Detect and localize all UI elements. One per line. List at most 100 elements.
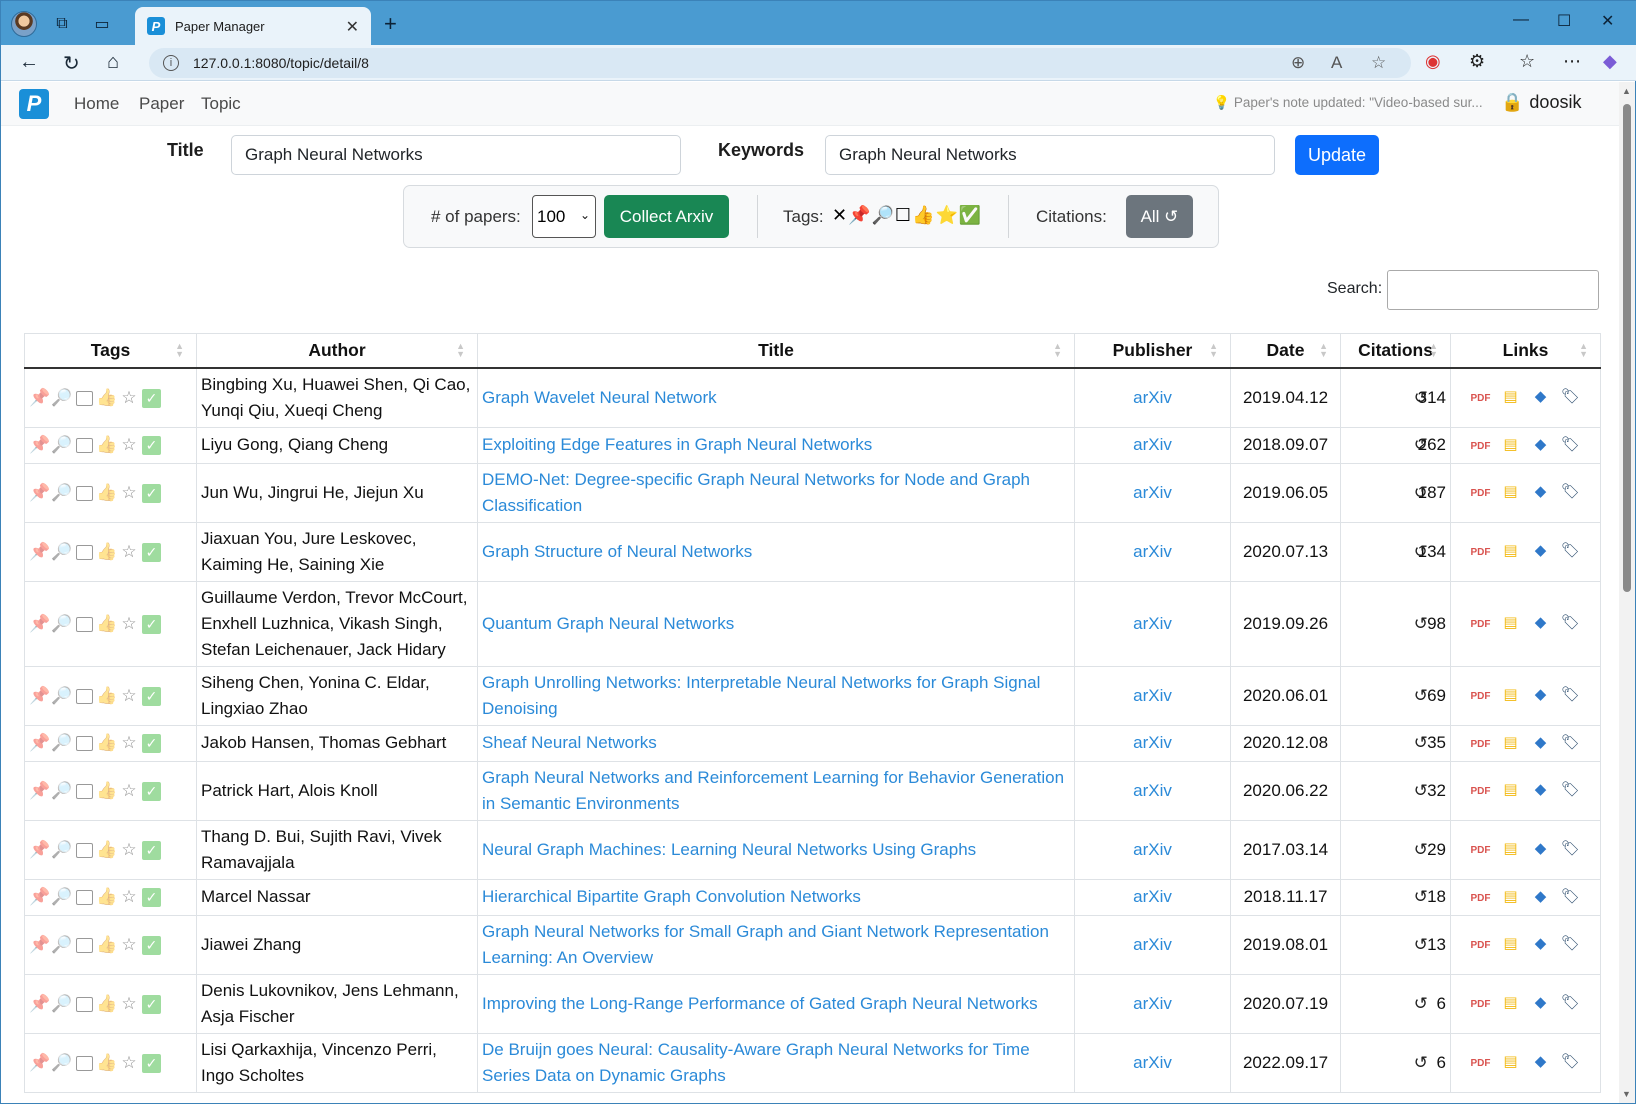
home-icon[interactable]: ⌂ <box>107 51 119 74</box>
note-icon[interactable]: ▤ <box>1496 610 1526 636</box>
refresh-icon[interactable]: ↺ <box>1414 432 1428 458</box>
thumbs-up-icon[interactable]: 👍 <box>96 539 118 565</box>
update-button[interactable]: Update <box>1295 135 1379 175</box>
refresh-icon[interactable]: ↺ <box>1414 730 1428 756</box>
star-icon[interactable]: ☆ <box>118 1050 140 1076</box>
paper-title-link[interactable]: Improving the Long-Range Performance of … <box>482 994 1038 1013</box>
pin-icon[interactable]: 📌 <box>29 991 51 1017</box>
header-tags[interactable]: Tags ▲ ▼ <box>24 333 197 369</box>
star-icon[interactable]: ☆ <box>118 539 140 565</box>
check-icon[interactable]: ✓ <box>142 888 161 908</box>
scholar-icon[interactable]: ◆ <box>1526 479 1556 505</box>
tab-actions-icon[interactable]: ▭ <box>91 13 113 35</box>
star-icon[interactable]: ☆ <box>118 611 140 637</box>
pin-icon[interactable]: 📌 <box>29 884 51 910</box>
magnifier-icon[interactable]: 🔎 <box>51 837 73 863</box>
scholar-icon[interactable]: ◆ <box>1526 931 1556 957</box>
read-aloud-icon[interactable]: A <box>1331 53 1342 73</box>
note-icon[interactable]: ▤ <box>1496 990 1526 1016</box>
note-icon[interactable]: ▤ <box>1496 836 1526 862</box>
thumbs-up-icon[interactable]: 👍 <box>96 991 118 1017</box>
header-citations[interactable]: Citations ▲ ▼ <box>1340 333 1451 369</box>
magnifier-icon[interactable]: 🔎 <box>51 432 73 458</box>
publisher-link[interactable]: arXiv <box>1133 686 1172 705</box>
pdf-icon[interactable]: PDF <box>1466 386 1496 412</box>
favorites-icon[interactable]: ☆ <box>1519 51 1535 72</box>
checkbox-icon[interactable] <box>76 688 93 704</box>
publisher-link[interactable]: arXiv <box>1133 1053 1172 1072</box>
thumbs-up-icon[interactable]: 👍 <box>96 932 118 958</box>
profile-avatar[interactable] <box>11 11 37 37</box>
pdf-icon[interactable]: PDF <box>1466 1051 1496 1077</box>
check-icon[interactable]: ✓ <box>142 734 161 754</box>
refresh-icon[interactable]: ↺ <box>1414 778 1428 804</box>
page-scrollbar[interactable]: ▲ ▼ <box>1619 82 1635 1103</box>
paper-title-link[interactable]: Graph Wavelet Neural Network <box>482 388 717 407</box>
publisher-link[interactable]: arXiv <box>1133 483 1172 502</box>
star-icon[interactable]: ☆ <box>118 837 140 863</box>
star-icon[interactable]: ☆ <box>118 683 140 709</box>
paper-title-link[interactable]: Graph Structure of Neural Networks <box>482 542 752 561</box>
checkbox-icon[interactable] <box>76 996 93 1012</box>
reload-icon[interactable]: ↻ <box>63 51 80 76</box>
copilot-icon[interactable]: ◆ <box>1603 51 1617 72</box>
magnifier-icon[interactable]: 🔎 <box>51 884 73 910</box>
publisher-link[interactable]: arXiv <box>1133 435 1172 454</box>
note-icon[interactable]: ▤ <box>1496 777 1526 803</box>
paper-title-link[interactable]: Graph Neural Networks for Small Graph an… <box>482 922 1049 967</box>
search-input[interactable] <box>1387 270 1599 310</box>
thumbs-up-icon[interactable]: 👍 <box>96 1050 118 1076</box>
magnifier-icon[interactable]: 🔎 <box>51 539 73 565</box>
zoom-icon[interactable]: ⊕ <box>1291 53 1305 73</box>
magnifier-icon[interactable]: 🔎 <box>51 480 73 506</box>
note-icon[interactable]: ▤ <box>1496 384 1526 410</box>
check-icon[interactable]: ✓ <box>142 614 161 634</box>
pdf-icon[interactable]: PDF <box>1466 684 1496 710</box>
thumbs-up-icon[interactable]: 👍 <box>96 480 118 506</box>
pdf-icon[interactable]: PDF <box>1466 838 1496 864</box>
publisher-link[interactable]: arXiv <box>1133 388 1172 407</box>
magnifier-icon[interactable]: 🔎 <box>51 1050 73 1076</box>
star-icon[interactable]: ☆ <box>118 932 140 958</box>
bibtex-tag-icon[interactable]: 🏷 <box>1556 1049 1586 1075</box>
pdf-icon[interactable]: PDF <box>1466 481 1496 507</box>
close-tab-icon[interactable]: ✕ <box>346 17 359 37</box>
thumbs-up-icon[interactable]: 👍 <box>96 837 118 863</box>
paper-title-link[interactable]: Graph Neural Networks and Reinforcement … <box>482 768 1064 813</box>
magnifier-icon[interactable]: 🔎 <box>51 991 73 1017</box>
thumbs-up-icon[interactable]: 👍 <box>96 778 118 804</box>
bibtex-tag-icon[interactable]: 🏷 <box>1556 931 1586 957</box>
check-icon[interactable]: ✓ <box>142 781 161 801</box>
bibtex-tag-icon[interactable]: 🏷 <box>1556 990 1586 1016</box>
note-icon[interactable]: ▤ <box>1496 432 1526 458</box>
paper-title-link[interactable]: Graph Unrolling Networks: Interpretable … <box>482 673 1040 718</box>
pin-icon[interactable]: 📌 <box>29 432 51 458</box>
refresh-icon[interactable]: ↺ <box>1414 837 1428 863</box>
minimize-icon[interactable]: — <box>1513 11 1529 29</box>
star-icon[interactable]: ☆ <box>118 480 140 506</box>
bibtex-tag-icon[interactable]: 🏷 <box>1556 730 1586 756</box>
bibtex-tag-icon[interactable]: 🏷 <box>1556 836 1586 862</box>
site-info-icon[interactable]: i <box>163 55 179 71</box>
pdf-icon[interactable]: PDF <box>1466 992 1496 1018</box>
check-icon[interactable]: ✓ <box>142 436 161 456</box>
star-icon[interactable]: ☆ <box>118 778 140 804</box>
pin-icon[interactable]: 📌 <box>29 683 51 709</box>
bibtex-tag-icon[interactable]: 🏷 <box>1556 777 1586 803</box>
magnifier-icon[interactable]: 🔎 <box>51 778 73 804</box>
pdf-icon[interactable]: PDF <box>1466 886 1496 912</box>
publisher-link[interactable]: arXiv <box>1133 542 1172 561</box>
checkbox-icon[interactable] <box>76 544 93 560</box>
star-icon[interactable]: ☆ <box>118 991 140 1017</box>
scholar-icon[interactable]: ◆ <box>1526 610 1556 636</box>
nav-topic[interactable]: Topic <box>201 94 241 114</box>
pin-icon[interactable]: 📌 <box>29 837 51 863</box>
refresh-icon[interactable]: ↺ <box>1414 932 1428 958</box>
pin-icon[interactable]: 📌 <box>29 1050 51 1076</box>
checkbox-icon[interactable] <box>76 842 93 858</box>
magnifier-icon[interactable]: 🔎 <box>51 385 73 411</box>
keywords-input[interactable]: Graph Neural Networks <box>825 135 1275 175</box>
refresh-icon[interactable]: ↺ <box>1414 991 1428 1017</box>
header-publisher[interactable]: Publisher ▲ ▼ <box>1074 333 1231 369</box>
check-icon[interactable]: ✓ <box>142 994 161 1014</box>
